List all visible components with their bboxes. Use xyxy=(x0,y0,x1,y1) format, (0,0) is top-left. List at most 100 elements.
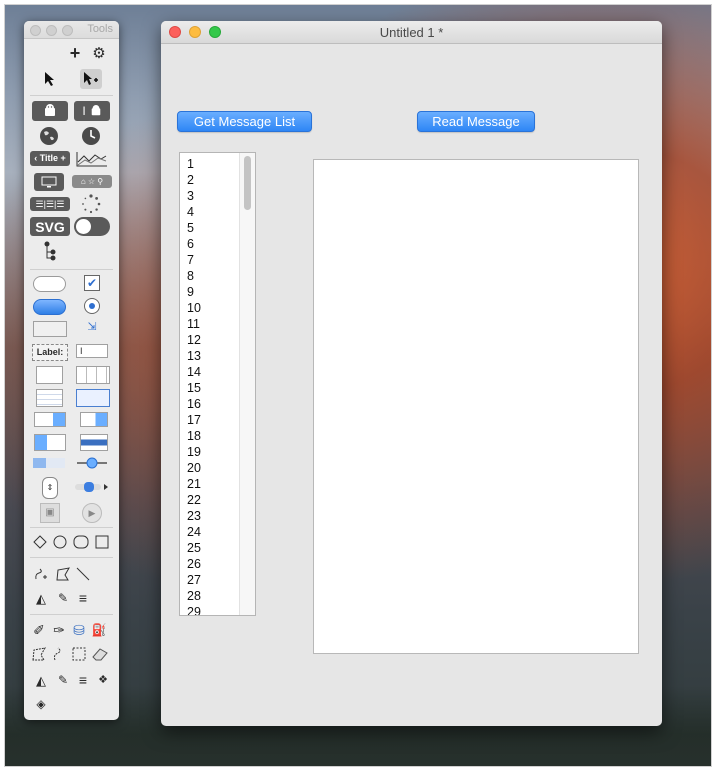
polygon-icon[interactable] xyxy=(54,565,72,583)
list-item[interactable]: 25 xyxy=(187,540,201,556)
list-item[interactable]: 29 xyxy=(187,604,201,615)
list-item[interactable]: 20 xyxy=(187,460,201,476)
tools-minimize-button[interactable] xyxy=(46,25,57,36)
toggle-icon[interactable] xyxy=(74,217,110,236)
diamond-icon[interactable] xyxy=(32,534,48,550)
pen-icon[interactable]: ✐ xyxy=(30,621,48,639)
list-item[interactable]: 11 xyxy=(187,316,201,332)
bucket-icon[interactable]: ⛁ xyxy=(70,621,88,639)
list-item[interactable]: 7 xyxy=(187,252,201,268)
list-scroll-thumb[interactable] xyxy=(244,156,251,210)
dropper-icon[interactable]: ✎ xyxy=(54,671,72,689)
tree-icon[interactable] xyxy=(40,240,60,262)
tools-titlebar[interactable]: Tools xyxy=(24,21,119,39)
list-item[interactable]: 10 xyxy=(187,300,201,316)
combo-icon[interactable] xyxy=(80,412,108,427)
globe-icon[interactable] xyxy=(38,125,60,147)
search-bar-icon[interactable]: ⌂ ☆ ⚲ xyxy=(72,175,112,188)
add-icon[interactable]: + xyxy=(66,44,84,62)
poly-select-icon[interactable] xyxy=(30,645,48,663)
list-item[interactable]: 23 xyxy=(187,508,201,524)
rounded-rect-icon[interactable] xyxy=(72,534,90,550)
window-titlebar[interactable]: Untitled 1 * xyxy=(161,21,662,44)
clock-icon[interactable] xyxy=(80,125,102,147)
circle-icon[interactable] xyxy=(52,534,68,550)
push-button-icon[interactable] xyxy=(33,276,66,292)
pencil-icon[interactable]: ✎ xyxy=(54,589,72,607)
checkbox-icon[interactable]: ✔ xyxy=(84,275,100,291)
label-icon[interactable]: Label: xyxy=(32,344,68,361)
read-message-button[interactable]: Read Message xyxy=(417,111,535,132)
list-item[interactable]: 8 xyxy=(187,268,201,284)
line-icon[interactable] xyxy=(74,565,92,583)
freeform-icon[interactable] xyxy=(32,565,50,583)
slider-icon[interactable] xyxy=(76,455,108,471)
list-item[interactable]: 18 xyxy=(187,428,201,444)
get-message-list-button[interactable]: Get Message List xyxy=(177,111,312,132)
list-item[interactable]: 19 xyxy=(187,444,201,460)
list-item[interactable]: 1 xyxy=(187,156,201,172)
arrow-add-icon[interactable] xyxy=(80,69,102,89)
lasso-icon[interactable] xyxy=(50,645,68,663)
date-icon[interactable] xyxy=(80,434,108,451)
gear-icon[interactable]: ⚙ xyxy=(90,44,108,62)
weight-icon[interactable]: ≡ xyxy=(74,671,92,689)
combo-text-icon[interactable] xyxy=(34,434,66,451)
list-item[interactable]: 5 xyxy=(187,220,201,236)
list-item[interactable]: 6 xyxy=(187,236,201,252)
title-bar-icon[interactable]: ‹ Title + xyxy=(30,151,70,166)
list-item[interactable]: 9 xyxy=(187,284,201,300)
lines-icon[interactable]: ≡ xyxy=(74,589,92,607)
eraser-icon[interactable] xyxy=(90,645,110,663)
list-scrollbar[interactable] xyxy=(239,153,255,615)
message-listbox[interactable]: 1 2 3 4 5 6 7 8 9 10 11 12 13 14 15 16 17 18 19 20 21 22 23 24 2… xyxy=(179,152,256,616)
list-item[interactable]: 24 xyxy=(187,524,201,540)
image-well-icon[interactable]: ▣ xyxy=(40,503,60,523)
spray-icon[interactable]: ⛽ xyxy=(90,621,108,639)
message-text-area[interactable] xyxy=(313,159,639,654)
shape-icon[interactable]: ◈ xyxy=(32,695,50,713)
pattern-icon[interactable]: ❖ xyxy=(94,671,112,689)
bevel-button-icon[interactable] xyxy=(33,321,67,337)
popup-icon[interactable] xyxy=(34,412,66,427)
list-item[interactable]: 15 xyxy=(187,380,201,396)
radio-icon[interactable] xyxy=(84,298,100,314)
list-item[interactable]: 13 xyxy=(187,348,201,364)
list-item[interactable]: 28 xyxy=(187,588,201,604)
paint-icon[interactable]: ◭ xyxy=(32,589,50,607)
brush-icon[interactable]: ✑ xyxy=(50,621,68,639)
fill-icon[interactable]: ◭ xyxy=(32,671,50,689)
list-item[interactable]: 27 xyxy=(187,572,201,588)
tools-zoom-button[interactable] xyxy=(62,25,73,36)
list-item[interactable]: 14 xyxy=(187,364,201,380)
screen-icon[interactable] xyxy=(34,173,64,191)
segmented-icon[interactable]: ☰|☰|☰ xyxy=(30,197,70,211)
list-item[interactable]: 26 xyxy=(187,556,201,572)
rect-icon[interactable] xyxy=(94,534,110,550)
tools-close-button[interactable] xyxy=(30,25,41,36)
arrow-pointer-icon[interactable] xyxy=(40,69,60,89)
android-icon[interactable] xyxy=(32,101,68,121)
scroll-list-icon[interactable] xyxy=(76,389,110,407)
list-icon[interactable] xyxy=(36,389,63,407)
spinner-icon[interactable] xyxy=(80,193,102,215)
blue-button-icon[interactable] xyxy=(33,299,66,315)
list-item[interactable]: 2 xyxy=(187,172,201,188)
svg-icon[interactable]: SVG xyxy=(30,217,70,236)
stepper-field-icon[interactable] xyxy=(36,366,63,384)
text-field-icon[interactable]: I xyxy=(76,344,108,358)
chart-icon[interactable] xyxy=(74,149,110,169)
list-item[interactable]: 17 xyxy=(187,412,201,428)
list-item[interactable]: 22 xyxy=(187,492,201,508)
progress-icon[interactable] xyxy=(33,458,65,468)
list-item[interactable]: 12 xyxy=(187,332,201,348)
list-item[interactable]: 3 xyxy=(187,188,201,204)
list-item[interactable]: 21 xyxy=(187,476,201,492)
movie-icon[interactable]: ▶ xyxy=(82,503,102,523)
stepper-icon[interactable]: ⇕ xyxy=(42,477,58,499)
table-icon[interactable] xyxy=(76,366,110,384)
list-item[interactable]: 16 xyxy=(187,396,201,412)
marquee-icon[interactable] xyxy=(70,645,88,663)
android-text-icon[interactable]: I xyxy=(74,101,110,121)
list-item[interactable]: 4 xyxy=(187,204,201,220)
